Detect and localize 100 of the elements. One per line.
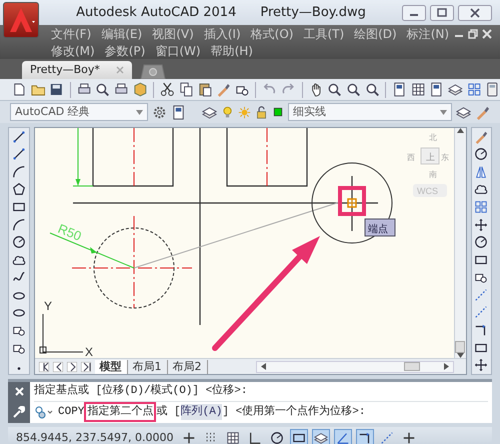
- menu-item[interactable]: 修改(M): [46, 40, 100, 60]
- sun-icon: [238, 106, 251, 118]
- cube-icon[interactable]: [132, 82, 148, 97]
- corner-icon: [358, 431, 372, 444]
- command-prompt: 指定第二个点: [84, 402, 156, 422]
- magnifier-icon[interactable]: [327, 82, 342, 97]
- tab-nav-icon[interactable]: [80, 362, 90, 372]
- squares-icon[interactable]: [474, 200, 488, 214]
- dashes-icon[interactable]: [474, 288, 488, 302]
- layout-tab[interactable]: 布局2: [168, 360, 208, 374]
- status-toggle[interactable]: [268, 429, 286, 444]
- menu-item[interactable]: 文件(F): [46, 24, 96, 44]
- panel-icon[interactable]: [171, 104, 186, 120]
- command-option[interactable]: 阵列(A): [180, 404, 222, 420]
- swatch-icon: [272, 106, 284, 118]
- menu-item[interactable]: 插入(I): [198, 24, 246, 44]
- panel-icon[interactable]: [429, 82, 444, 97]
- line-icon[interactable]: [12, 147, 26, 162]
- stack-icon: [314, 431, 328, 444]
- calculator-icon[interactable]: [485, 82, 500, 97]
- scissors-icon[interactable]: [160, 82, 175, 97]
- viewcube-label: 上: [426, 153, 434, 163]
- lock-icon: [255, 106, 268, 118]
- angle-icon: [336, 431, 350, 444]
- status-toggle[interactable]: [290, 429, 308, 444]
- scrollbar-thumb[interactable]: [404, 362, 420, 371]
- circle-icon[interactable]: [12, 235, 26, 250]
- viewcube-label: 北: [428, 133, 436, 142]
- window-title: Autodesk AutoCAD 2014: [76, 4, 236, 20]
- menu-item[interactable]: 参数(P): [100, 40, 150, 60]
- close-icon[interactable]: [458, 4, 492, 20]
- menu-item[interactable]: 标注(N): [402, 24, 454, 44]
- pages-icon[interactable]: [178, 82, 194, 97]
- layout-tab[interactable]: 模型: [94, 360, 128, 374]
- horizontal-scrollbar[interactable]: [256, 360, 454, 372]
- arc-icon[interactable]: [12, 218, 26, 232]
- squares-icon[interactable]: [466, 82, 482, 97]
- move-icon[interactable]: [474, 218, 488, 232]
- viewcube-label: 东: [440, 153, 448, 162]
- line-icon[interactable]: [12, 130, 26, 144]
- scroll-left-icon[interactable]: [260, 363, 266, 370]
- scrollbar-thumb[interactable]: [455, 341, 465, 353]
- page-icon[interactable]: [12, 82, 27, 97]
- command-text: 或 [: [156, 404, 181, 420]
- brush-icon[interactable]: [474, 130, 488, 144]
- brush-icon[interactable]: [216, 82, 231, 97]
- dimension-text: R50: [55, 220, 84, 244]
- workspace-dropdown[interactable]: AutoCAD 经典: [10, 103, 148, 121]
- status-toggle[interactable]: [312, 429, 330, 444]
- tab-nav-icon[interactable]: [66, 362, 76, 372]
- grid-icon: [226, 431, 240, 444]
- command-name: COPY: [58, 404, 84, 420]
- cloud-icon[interactable]: [474, 182, 488, 196]
- maximize-icon[interactable]: [430, 4, 454, 20]
- layout-tab[interactable]: 布局1: [128, 360, 168, 374]
- magnifier-icon[interactable]: [346, 82, 360, 97]
- menu-item[interactable]: 格式(O): [246, 24, 298, 44]
- menu-item[interactable]: 视图(V): [147, 24, 199, 44]
- tab-nav-icon[interactable]: [38, 362, 48, 372]
- menu-item[interactable]: 帮助(H): [206, 40, 258, 60]
- arc-icon[interactable]: [12, 164, 26, 179]
- circle-icon[interactable]: [474, 235, 488, 250]
- restore-icon[interactable]: [468, 28, 478, 38]
- snap-marker: [346, 198, 356, 208]
- stack-icon[interactable]: [202, 104, 217, 120]
- dashes-icon[interactable]: [474, 305, 488, 320]
- panel-icon[interactable]: [392, 82, 407, 97]
- pentagon-icon[interactable]: [12, 182, 26, 196]
- viewcube-label: 西: [406, 153, 414, 162]
- command-icon[interactable]: [34, 405, 54, 419]
- menu-item[interactable]: 编辑(E): [96, 24, 148, 44]
- status-toggle[interactable]: [356, 429, 374, 444]
- ell-icon: [248, 431, 262, 444]
- tab-nav-icon[interactable]: [52, 362, 62, 372]
- new-tab-icon[interactable]: [140, 64, 166, 79]
- document-tab[interactable]: Pretty—Boy*: [22, 60, 132, 79]
- grid-icon[interactable]: [410, 82, 426, 97]
- highlight-box: [338, 186, 366, 216]
- move-icon[interactable]: [474, 358, 488, 372]
- center-line: [133, 128, 134, 186]
- layer-dropdown[interactable]: 细实线: [288, 103, 452, 121]
- stack-icon[interactable]: [448, 82, 463, 97]
- brush-icon[interactable]: [475, 104, 490, 120]
- scroll-right-icon[interactable]: [444, 363, 448, 370]
- magnifier-icon[interactable]: [95, 82, 110, 97]
- cross-icon: [182, 431, 196, 444]
- wrench-icon[interactable]: [13, 406, 25, 418]
- scroll-up-icon[interactable]: [456, 128, 464, 133]
- circle-icon[interactable]: [474, 147, 488, 162]
- status-toggle[interactable]: [334, 429, 352, 444]
- magnifier-icon[interactable]: [364, 82, 380, 97]
- gear-icon[interactable]: [152, 104, 167, 120]
- menu-item[interactable]: 绘图(D): [349, 24, 402, 44]
- menu-item[interactable]: 窗口(W): [150, 40, 206, 60]
- triangle-icon[interactable]: [474, 164, 488, 179]
- clipboard-icon[interactable]: [198, 82, 212, 97]
- stack-icon[interactable]: [456, 104, 471, 120]
- dashes-icon: [380, 431, 394, 444]
- menu-item[interactable]: 工具(T): [298, 24, 350, 44]
- minimize-icon[interactable]: [402, 4, 426, 20]
